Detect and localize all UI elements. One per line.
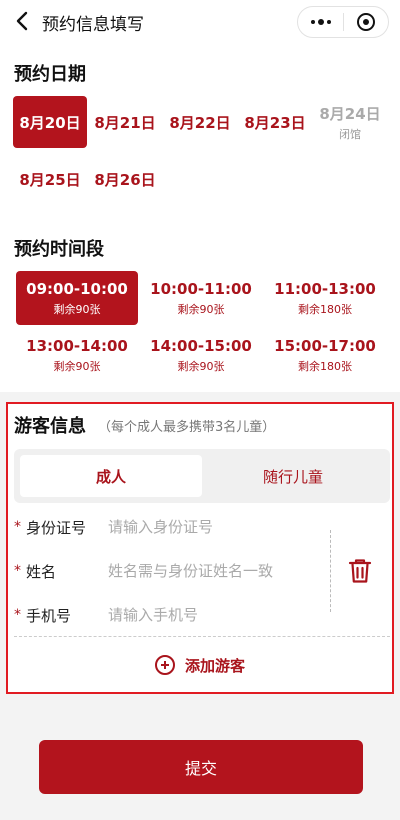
- time-slot-option[interactable]: 09:00-10:00 剩余90张: [16, 271, 138, 325]
- date-option[interactable]: 8月20日: [13, 96, 87, 148]
- section-divider: [14, 636, 390, 637]
- submit-button[interactable]: 提交: [39, 740, 363, 794]
- delete-visitor-button[interactable]: [348, 558, 372, 584]
- date-option[interactable]: 8月21日: [88, 96, 162, 148]
- plus-circle-icon: [154, 655, 175, 675]
- date-option[interactable]: 8月23日: [238, 96, 312, 148]
- time-slot-option[interactable]: 13:00-14:00 剩余90张: [16, 328, 138, 382]
- visitor-hint: （每个成人最多携带3名儿童）: [98, 420, 276, 435]
- name-input[interactable]: [108, 562, 318, 580]
- date-option[interactable]: 8月22日: [163, 96, 237, 148]
- required-mark: *: [14, 607, 21, 623]
- date-option[interactable]: 8月25日: [13, 153, 87, 205]
- time-slot-option[interactable]: 10:00-11:00 剩余90张: [140, 271, 262, 325]
- nav-bar: 预约信息填写: [0, 0, 400, 44]
- phone-input[interactable]: [108, 606, 318, 624]
- add-visitor-button[interactable]: 添加游客: [8, 650, 392, 680]
- date-option-closed: 8月24日 闭馆: [319, 104, 381, 141]
- time-slot-option[interactable]: 11:00-13:00 剩余180张: [264, 271, 386, 325]
- id-number-label: 身份证号: [26, 518, 87, 537]
- name-label: 姓名: [26, 562, 57, 581]
- visitor-info-section: 游客信息 （每个成人最多携带3名儿童） 成人 随行儿童 * 身份证号 * 姓名 …: [6, 402, 394, 694]
- trash-icon: [348, 559, 372, 583]
- time-section-title: 预约时间段: [14, 239, 104, 260]
- target-circle-icon: [356, 13, 375, 31]
- required-mark: *: [14, 519, 21, 535]
- mini-program-capsule: [297, 6, 389, 38]
- page-title: 预约信息填写: [42, 15, 144, 35]
- chevron-left-icon: [16, 11, 28, 31]
- visitor-section-title: 游客信息: [14, 416, 86, 437]
- more-dots-icon: [310, 20, 315, 24]
- more-button[interactable]: [298, 7, 343, 37]
- phone-field: * 手机号: [14, 595, 330, 635]
- date-option[interactable]: 8月26日: [88, 153, 162, 205]
- tab-adult[interactable]: 成人: [20, 455, 202, 497]
- tab-child[interactable]: 随行儿童: [202, 455, 384, 497]
- back-button[interactable]: [10, 9, 34, 33]
- id-number-input[interactable]: [108, 518, 318, 536]
- close-button[interactable]: [344, 7, 388, 37]
- visitor-type-tabs: 成人 随行儿童: [14, 449, 390, 503]
- time-slot-option[interactable]: 15:00-17:00 剩余180张: [264, 328, 386, 382]
- phone-label: 手机号: [26, 606, 72, 625]
- required-mark: *: [14, 563, 21, 579]
- time-slot-option[interactable]: 14:00-15:00 剩余90张: [140, 328, 262, 382]
- id-number-field: * 身份证号: [14, 507, 330, 547]
- field-divider: [330, 530, 331, 612]
- name-field: * 姓名: [14, 551, 330, 591]
- date-section-title: 预约日期: [14, 64, 86, 85]
- add-visitor-label: 添加游客: [184, 656, 245, 675]
- closed-label: 闭馆: [339, 127, 361, 141]
